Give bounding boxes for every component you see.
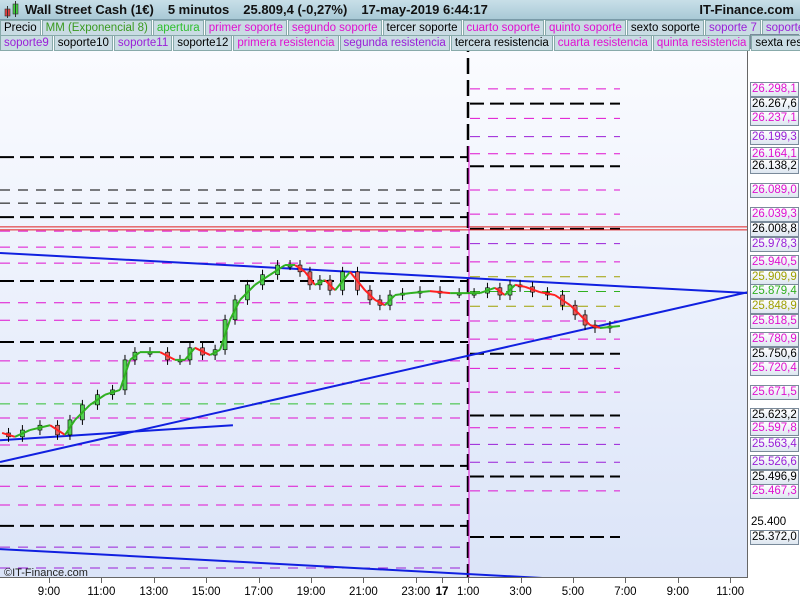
time-tick xyxy=(520,578,522,583)
price-label: 25.496,9 xyxy=(750,469,799,485)
legend-item[interactable]: segunda resistencia xyxy=(339,35,450,51)
time-tick-label: 11:00 xyxy=(87,586,116,598)
price-label: 25.848,9 xyxy=(750,299,799,315)
price-label: 25.909,9 xyxy=(750,269,799,285)
time-tick-label: 21:00 xyxy=(349,586,378,598)
legend-item[interactable]: soporte11 xyxy=(113,35,173,51)
time-tick xyxy=(101,578,103,583)
time-tick-label: 9:00 xyxy=(666,586,689,598)
chart-canvas xyxy=(0,36,747,577)
price-label: 26.138,2 xyxy=(750,159,799,175)
time-tick xyxy=(49,578,50,583)
price-label: 25.818,5 xyxy=(750,313,799,329)
price-label: 25.940,5 xyxy=(750,254,799,270)
price-label: 26.199,3 xyxy=(750,129,799,145)
price-label: 26.237,1 xyxy=(750,111,799,127)
time-tick xyxy=(311,578,312,583)
moving-average-segment xyxy=(599,325,620,329)
time-tick-label: 11:00 xyxy=(716,586,745,598)
legend-item[interactable]: primer soporte xyxy=(204,20,287,36)
time-tick xyxy=(677,578,679,583)
price-label: 25.780,9 xyxy=(750,332,799,348)
moving-average-segment xyxy=(394,292,411,297)
title-bar: Wall Street Cash (1€) 5 minutos 25.809,4… xyxy=(0,0,800,20)
time-tick-label: 13:00 xyxy=(139,586,169,598)
interval: 5 minutos xyxy=(167,2,230,17)
legend-item[interactable]: soporte9 xyxy=(0,35,53,51)
quote: 25.809,4 (-0,27%) xyxy=(243,2,348,17)
trendline xyxy=(0,424,233,442)
price-label: 26.267,6 xyxy=(750,96,799,112)
legend-item[interactable]: soporte10 xyxy=(53,35,113,51)
price-label: 25.879,4 xyxy=(750,284,799,300)
legend-item[interactable]: segundo soporte xyxy=(287,20,382,36)
legend-row-1: Precio MM (Exponencial 8) apertura primer s… xyxy=(0,20,800,36)
time-tick-label: 3:00 xyxy=(509,586,532,598)
time-tick-label: 23:00 xyxy=(401,586,431,598)
time-tick-label: 7:00 xyxy=(614,586,637,598)
price-label: 25.563,4 xyxy=(750,437,799,453)
brand: IT-Finance.com xyxy=(699,2,794,17)
price-label: 26.039,3 xyxy=(750,207,799,223)
time-tick-label: 17 xyxy=(435,586,449,598)
time-tick-label: 9:00 xyxy=(37,586,61,598)
legend-item[interactable]: primera resistencia xyxy=(233,35,339,51)
time-tick-label: 15:00 xyxy=(191,586,221,598)
price-label: 25.671,5 xyxy=(750,385,799,401)
legend-item[interactable]: quinta resistencia xyxy=(652,35,751,51)
price-label: 25.978,3 xyxy=(750,236,799,252)
moving-average-segment xyxy=(539,291,556,297)
moving-average-segment xyxy=(514,283,526,288)
moving-average-segment xyxy=(429,290,451,295)
moving-average-segment xyxy=(409,290,431,295)
time-tick xyxy=(573,578,574,583)
candlestick-logo-icon xyxy=(4,0,19,18)
time-tick-label: 19:00 xyxy=(296,586,326,598)
time-tick xyxy=(363,578,365,583)
price-label: 26.089,0 xyxy=(750,183,799,199)
trendline xyxy=(0,291,747,463)
trendline xyxy=(0,251,747,295)
time-tick xyxy=(442,578,443,583)
price-label: 25.720,4 xyxy=(750,361,799,377)
price-chart[interactable] xyxy=(0,36,748,578)
legend-item[interactable]: Precio xyxy=(0,20,41,36)
price-label: 25.597,8 xyxy=(750,420,799,436)
datetime: 17-may-2019 6:44:17 xyxy=(361,2,488,17)
time-tick xyxy=(415,578,417,583)
time-tick-label: 5:00 xyxy=(561,586,585,598)
legend-item[interactable]: tercer soporte xyxy=(382,20,462,36)
price-label: 25.372,0 xyxy=(750,530,799,545)
legend-item[interactable]: quinto soporte xyxy=(545,20,626,36)
time-axis: 9:00 11:00 13:00 15:00 17:00 19:00 21:00 23:00 1… xyxy=(0,578,748,600)
time-tick-label: 1:00 xyxy=(456,586,480,598)
time-tick xyxy=(468,578,470,583)
legend-item[interactable]: tercera resistencia xyxy=(450,35,553,51)
legend-item[interactable]: apertura xyxy=(152,20,204,36)
price-label: 25.750,6 xyxy=(750,346,799,362)
legend-row-2: soporte9 soporte10 soporte11 soporte12 prime… xyxy=(0,35,800,51)
price-label: 25.467,3 xyxy=(750,483,799,499)
legend-item[interactable]: sexto soporte xyxy=(626,20,704,36)
legend-item[interactable]: soporte12 xyxy=(173,35,233,51)
price-label: 26.298,1 xyxy=(750,81,799,97)
time-tick xyxy=(625,578,627,583)
time-tick xyxy=(730,578,732,583)
instrument-title: Wall Street Cash (1€) xyxy=(25,2,154,17)
time-tick-label: 17:00 xyxy=(244,586,273,598)
legend-item[interactable]: cuarto soporte xyxy=(462,20,545,36)
price-label: 25.400 xyxy=(751,516,787,529)
price-label: 25.526,6 xyxy=(750,455,799,471)
time-tick xyxy=(258,578,260,583)
price-axis: 26.397,026.298,126.267,626.237,126.199,3… xyxy=(748,34,800,600)
price-label: 26.008,8 xyxy=(750,221,799,237)
legend-item[interactable]: MM (Exponencial 8) xyxy=(41,20,152,36)
legend-item[interactable]: cuarta resistencia xyxy=(553,35,652,51)
legend-item[interactable]: sexta resist xyxy=(751,35,800,51)
time-tick xyxy=(206,578,208,583)
time-tick xyxy=(153,578,155,583)
